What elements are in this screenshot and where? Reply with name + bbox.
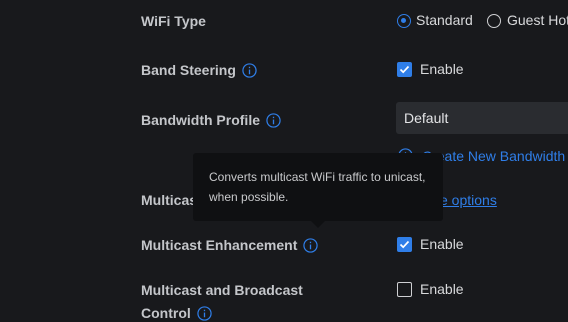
check-icon [399,240,410,249]
band-steering-row-label: Band Steering [141,61,257,79]
multicast-broadcast-label-line1: Multicast and Broadcast [141,282,303,298]
band-steering-label: Band Steering [141,62,236,78]
info-icon[interactable] [197,306,212,321]
band-steering-checkbox[interactable] [397,62,412,77]
multicast-enhancement-checkbox-label[interactable]: Enable [420,236,464,252]
multicast-broadcast-label-line2: Control [141,305,191,321]
band-steering-checkbox-label[interactable]: Enable [420,61,464,77]
create-bandwidth-link[interactable]: Create New Bandwidth [422,148,565,164]
radio-guest-hotspot[interactable] [487,14,501,28]
tooltip-arrow [311,221,325,228]
multicast-broadcast-row-label-line2: Control [141,304,212,322]
options-link[interactable]: e options [440,192,497,208]
radio-standard[interactable] [397,14,411,28]
multicast-enhancement-label: Multicast Enhancement [141,237,298,253]
info-icon[interactable] [242,63,257,78]
info-icon[interactable] [266,113,281,128]
radio-standard-label[interactable]: Standard [416,12,473,28]
multicast-partial-label: Multicas [141,192,198,208]
check-icon [399,65,410,74]
bandwidth-profile-label: Bandwidth Profile [141,112,260,128]
multicast-broadcast-checkbox[interactable] [397,282,412,297]
bandwidth-profile-select[interactable]: Default [396,102,568,134]
bandwidth-profile-row-label: Bandwidth Profile [141,111,281,129]
tooltip: Converts multicast WiFi traffic to unica… [193,153,443,221]
wifi-type-label: WiFi Type [141,13,206,29]
info-icon[interactable] [303,238,319,253]
multicast-broadcast-checkbox-label[interactable]: Enable [420,281,464,297]
radio-guest-hotspot-label[interactable]: Guest Hot [507,12,568,28]
multicast-enhancement-checkbox[interactable] [397,237,412,252]
multicast-enhancement-row-label: Multicast Enhancement [141,236,319,254]
